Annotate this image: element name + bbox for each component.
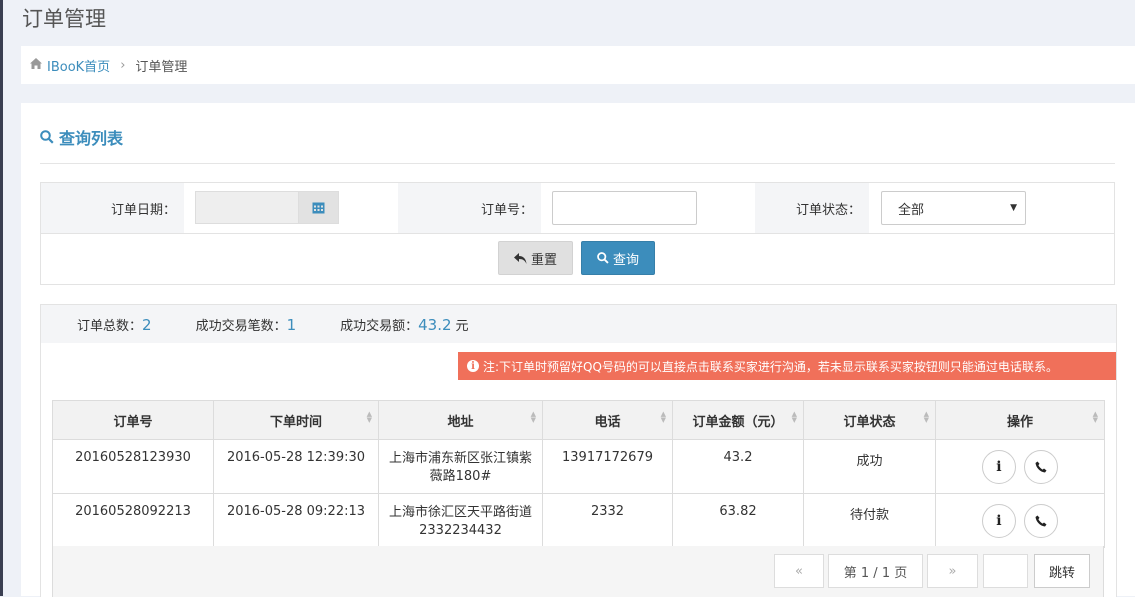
stats-bar: 订单总数： 2 成功交易笔数： 1 成功交易额： 43.2 元 bbox=[41, 305, 1116, 343]
undo-icon bbox=[513, 252, 527, 264]
cell-amount: 63.82 bbox=[672, 493, 804, 548]
panel-divider bbox=[40, 163, 1115, 164]
info-icon[interactable]: i bbox=[981, 450, 1016, 484]
cell-address: 上海市浦东新区张江镇紫薇路180# bbox=[378, 439, 543, 494]
stat-success-count: 成功交易笔数： 1 bbox=[195, 315, 297, 334]
pagination: « 第 1 / 1 页 » 跳转 bbox=[52, 546, 1104, 597]
date-label: 订单日期： bbox=[41, 183, 184, 233]
query-row-divider bbox=[41, 233, 1114, 234]
cell-actions: i bbox=[935, 439, 1105, 494]
page-title: 订单管理 bbox=[22, 7, 106, 31]
query-form: 订单日期： 订单号： 订单状态： 全部 ▼ 重置 查询 bbox=[40, 182, 1115, 285]
breadcrumb: IBooK首页 › 订单管理 bbox=[21, 46, 1135, 84]
column-header-time[interactable]: 下单时间 ▲ ▼ bbox=[213, 400, 379, 440]
breadcrumb-separator: › bbox=[120, 57, 126, 73]
pager-prev-button[interactable]: « bbox=[774, 554, 824, 588]
orders-table: 订单号 下单时间 ▲ ▼ 地址 ▲ ▼ 电话 ▲ ▼ 订单金额（元） ▲ ▼ 订单状态 ▲ ▼ 操作… bbox=[52, 400, 1105, 548]
order-no-input[interactable] bbox=[552, 191, 697, 225]
cell-phone: 2332 bbox=[542, 493, 673, 548]
cell-phone: 13917172679 bbox=[542, 439, 673, 494]
notice-text: 注:下订单时预留好QQ号码的可以直接点击联系买家进行沟通，若未显示联系买家按钮则… bbox=[483, 359, 1058, 374]
cell-order-no: 20160528123930 bbox=[52, 439, 214, 494]
cell-amount: 43.2 bbox=[672, 439, 804, 494]
query-button-label: 查询 bbox=[612, 252, 639, 268]
cell-actions: i bbox=[935, 493, 1105, 548]
calendar-icon bbox=[312, 202, 325, 214]
cell-status: 成功 bbox=[803, 439, 936, 494]
sort-icon: ▲ ▼ bbox=[366, 410, 372, 424]
phone-icon[interactable] bbox=[1024, 450, 1059, 484]
status-select[interactable]: 全部 ▼ bbox=[881, 191, 1026, 225]
reset-button-label: 重置 bbox=[530, 252, 557, 268]
pager-go-button[interactable]: 跳转 bbox=[1034, 554, 1090, 588]
left-edge-bar bbox=[0, 0, 3, 596]
home-icon bbox=[30, 58, 42, 72]
order-no-label: 订单号： bbox=[398, 183, 541, 233]
panel-title: 查询列表 bbox=[40, 125, 123, 149]
search-icon bbox=[597, 252, 609, 264]
notice-alert: i 注:下订单时预留好QQ号码的可以直接点击联系买家进行沟通，若未显示联系买家按… bbox=[458, 352, 1116, 380]
results-panel: 订单总数： 2 成功交易笔数： 1 成功交易额： 43.2 元 i 注:下订单时预留好Q… bbox=[40, 304, 1117, 597]
column-header-status[interactable]: 订单状态 ▲ ▼ bbox=[803, 400, 936, 440]
info-icon[interactable]: i bbox=[981, 504, 1016, 538]
sort-icon: ▲ ▼ bbox=[923, 410, 929, 424]
sort-icon: ▲ ▼ bbox=[660, 410, 666, 424]
sort-icon: ▲ ▼ bbox=[1092, 410, 1098, 424]
info-icon: i bbox=[467, 360, 479, 372]
order-query-panel: 查询列表 订单日期： 订单号： 订单状态： 全部 ▼ 重置 查询 订单总数：2 bbox=[21, 103, 1135, 597]
search-icon bbox=[40, 130, 54, 144]
table-row: 20160528092213 2016-05-28 09:22:13 上海市徐汇… bbox=[52, 493, 1105, 548]
pager-next-button[interactable]: » bbox=[927, 554, 978, 588]
cell-time: 2016-05-28 12:39:30 bbox=[213, 439, 379, 494]
date-field[interactable] bbox=[195, 191, 339, 224]
sort-icon: ▲ ▼ bbox=[791, 410, 797, 424]
pager-page-input[interactable] bbox=[983, 554, 1028, 588]
column-header-order-no[interactable]: 订单号 bbox=[52, 400, 214, 440]
cell-order-no: 20160528092213 bbox=[52, 493, 214, 548]
status-select-value: 全部 bbox=[898, 202, 925, 218]
stat-success-amount: 成功交易额： 43.2 元 bbox=[340, 315, 469, 334]
panel-title-text: 查询列表 bbox=[59, 129, 124, 148]
column-header-actions[interactable]: 操作 ▲ ▼ bbox=[935, 400, 1105, 440]
cell-address: 上海市徐汇区天平路街道2332234432 bbox=[378, 493, 543, 548]
status-label: 订单状态： bbox=[755, 183, 869, 233]
breadcrumb-home-link[interactable]: IBooK首页 bbox=[47, 56, 110, 75]
sort-icon: ▲ ▼ bbox=[530, 410, 536, 424]
pager-info: 第 1 / 1 页 bbox=[828, 554, 923, 588]
phone-icon[interactable] bbox=[1024, 504, 1059, 538]
column-header-phone[interactable]: 电话 ▲ ▼ bbox=[542, 400, 673, 440]
date-picker-button[interactable] bbox=[298, 192, 338, 223]
table-header-row: 订单号 下单时间 ▲ ▼ 地址 ▲ ▼ 电话 ▲ ▼ 订单金额（元） ▲ ▼ 订单状态 ▲ ▼ 操作… bbox=[52, 400, 1105, 440]
stat-total: 订单总数： 2 bbox=[77, 315, 152, 334]
column-header-address[interactable]: 地址 ▲ ▼ bbox=[378, 400, 543, 440]
cell-time: 2016-05-28 09:22:13 bbox=[213, 493, 379, 548]
query-button[interactable]: 查询 bbox=[581, 241, 655, 275]
table-row: 20160528123930 2016-05-28 12:39:30 上海市浦东… bbox=[52, 439, 1105, 494]
cell-status: 待付款 bbox=[803, 493, 936, 548]
reset-button[interactable]: 重置 bbox=[498, 241, 573, 275]
column-header-amount[interactable]: 订单金额（元） ▲ ▼ bbox=[672, 400, 804, 440]
chevron-down-icon: ▼ bbox=[1010, 203, 1017, 213]
breadcrumb-current: 订单管理 bbox=[135, 59, 188, 75]
